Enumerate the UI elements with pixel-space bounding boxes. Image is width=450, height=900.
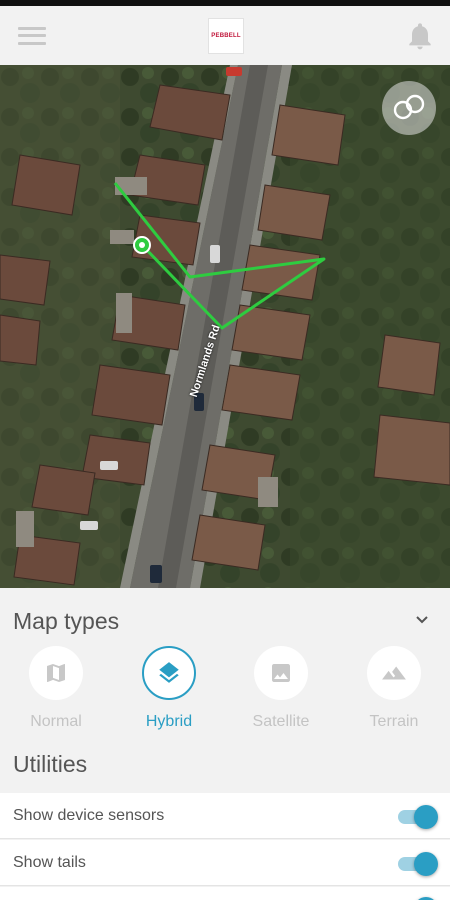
map-layers-button[interactable] (382, 81, 436, 135)
hybrid-icon-circle (142, 646, 196, 700)
map-type-hybrid[interactable]: Hybrid (114, 646, 224, 731)
next-utility-toggle[interactable] (398, 891, 438, 900)
map-type-label: Hybrid (145, 713, 193, 730)
map-types-title: Map types (13, 608, 120, 634)
chevron-down-icon[interactable] (412, 610, 432, 630)
hamburger-menu-icon[interactable] (16, 24, 48, 48)
show-tails-toggle[interactable] (398, 851, 438, 876)
util-label: Show device sensors (13, 806, 165, 824)
map-type-label: Normal (30, 713, 82, 730)
bell-icon[interactable] (404, 20, 436, 52)
show-device-sensors-row[interactable]: Show device sensors (0, 793, 450, 839)
layers-icon (393, 94, 425, 120)
normal-icon-circle (29, 646, 83, 700)
app-header: PEBBELL (0, 6, 450, 65)
terrain-icon-circle (367, 646, 421, 700)
map-type-label: Satellite (252, 713, 310, 730)
logo-text: PEBBELL (211, 32, 241, 39)
app-logo: PEBBELL (208, 17, 244, 54)
utilities-title: Utilities (13, 751, 88, 777)
next-utility-row[interactable] (0, 887, 450, 900)
map-icon (47, 664, 65, 682)
image-icon (272, 664, 290, 682)
map-settings-panel: Map types Normal Hybrid Satellite Terrai… (0, 588, 450, 900)
show-device-sensors-toggle[interactable] (398, 804, 438, 829)
device-location-pin[interactable] (133, 236, 151, 254)
map-type-satellite[interactable]: Satellite (226, 646, 336, 731)
layers-icon (159, 662, 179, 683)
show-tails-row[interactable]: Show tails (0, 840, 450, 886)
map-type-normal[interactable]: Normal (1, 646, 111, 731)
mountain-icon (382, 666, 406, 680)
map-type-terrain[interactable]: Terrain (339, 646, 449, 731)
satellite-map[interactable]: Normlands Rd (0, 65, 450, 588)
satellite-icon-circle (254, 646, 308, 700)
map-imagery (0, 65, 450, 588)
util-label: Show tails (13, 853, 86, 871)
map-type-label: Terrain (369, 713, 419, 730)
map-type-selector: Normal Hybrid Satellite Terrain (0, 646, 450, 738)
